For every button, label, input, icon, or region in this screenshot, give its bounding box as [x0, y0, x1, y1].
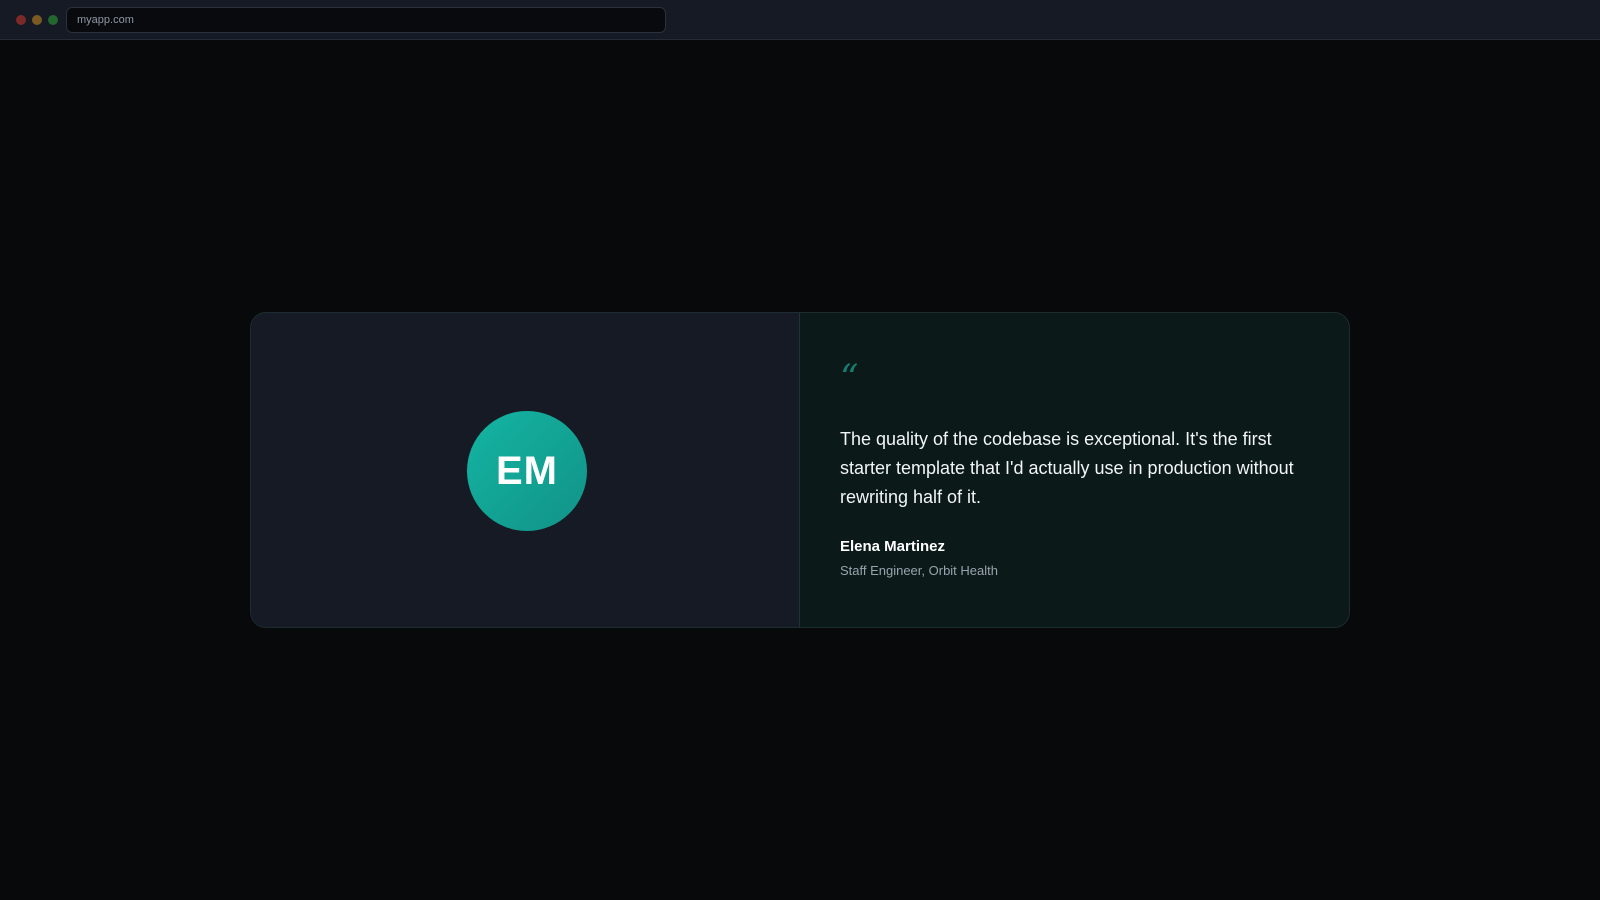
- quote-icon: “: [839, 358, 859, 399]
- testimonial-avatar-panel: EM: [251, 313, 800, 627]
- browser-bar: myapp.com: [0, 0, 1600, 40]
- author-title: Staff Engineer, Orbit Health: [839, 563, 998, 578]
- testimonial-quote: The quality of the codebase is exception…: [839, 429, 1294, 507]
- minimize-window-button[interactable]: [32, 15, 42, 25]
- avatar: EM: [467, 411, 587, 531]
- address-bar[interactable]: myapp.com: [66, 7, 666, 33]
- maximize-window-button[interactable]: [48, 15, 58, 25]
- author-name: Elena Martinez: [839, 538, 945, 555]
- testimonial-content-panel: “ The quality of the codebase is excepti…: [799, 313, 1349, 627]
- testimonial-card: EM “ The quality of the codebase is exce…: [250, 312, 1350, 628]
- page-content: EM “ The quality of the codebase is exce…: [0, 41, 1600, 900]
- close-window-button[interactable]: [16, 15, 26, 25]
